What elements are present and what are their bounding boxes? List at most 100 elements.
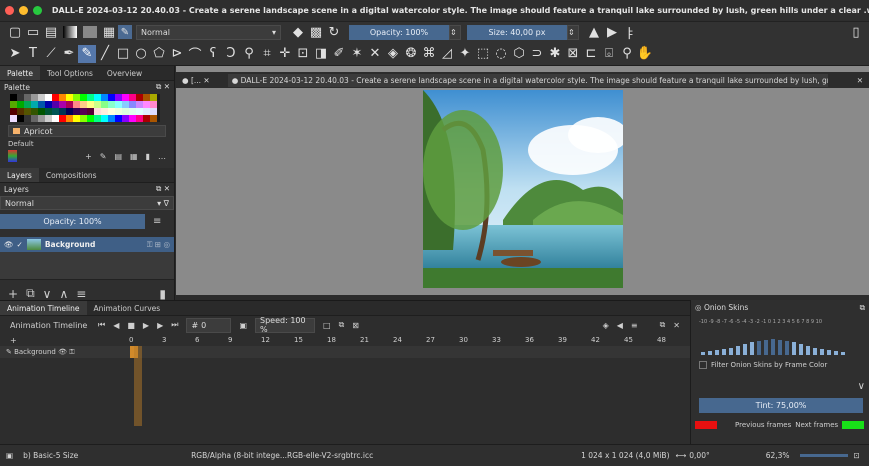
palette-swatch[interactable] bbox=[129, 115, 136, 122]
size-slider[interactable]: Size: 40,00 px bbox=[467, 24, 567, 40]
palette-swatch[interactable] bbox=[115, 101, 122, 108]
color-picker-icon[interactable]: ✐ bbox=[330, 45, 348, 63]
palette-swatch[interactable] bbox=[38, 108, 45, 115]
palette-swatch[interactable] bbox=[73, 94, 80, 101]
onion-opacity-bar[interactable] bbox=[771, 339, 775, 355]
grid-view-icon[interactable]: ▦ bbox=[130, 152, 138, 161]
onion-opacity-bars[interactable] bbox=[691, 329, 869, 355]
brush-preset-status-icon[interactable]: ▣ bbox=[6, 451, 13, 460]
color-name-select[interactable]: Apricot bbox=[8, 125, 166, 137]
palette-swatch[interactable] bbox=[150, 108, 157, 115]
swatch-save-icon[interactable]: ▤ bbox=[114, 152, 122, 161]
timeline-layer-row[interactable]: ✎ Background 👁 ⚿ bbox=[0, 346, 690, 358]
onion-opacity-bar[interactable] bbox=[701, 352, 705, 355]
palette-swatch[interactable] bbox=[129, 94, 136, 101]
palette-swatch[interactable] bbox=[38, 115, 45, 122]
add-layer-timeline-icon[interactable]: + bbox=[0, 336, 129, 345]
palette-swatch[interactable] bbox=[66, 101, 73, 108]
palette-swatch[interactable] bbox=[150, 101, 157, 108]
opacity-slider[interactable]: Opacity: 100% bbox=[349, 24, 449, 40]
palette-swatch[interactable] bbox=[17, 101, 24, 108]
palette-swatch[interactable] bbox=[129, 108, 136, 115]
onion-opacity-bar[interactable] bbox=[827, 350, 831, 355]
palette-swatch[interactable] bbox=[87, 94, 94, 101]
duplicate-layer-icon[interactable]: ⧉ bbox=[26, 286, 35, 301]
palette-swatch[interactable] bbox=[31, 115, 38, 122]
freehand-select-icon[interactable]: ⊃ bbox=[528, 45, 546, 63]
tab-animation-curves[interactable]: Animation Curves bbox=[87, 301, 168, 315]
tab-animation-timeline[interactable]: Animation Timeline bbox=[0, 301, 87, 315]
onion-opacity-bar[interactable] bbox=[729, 348, 733, 355]
onion-opacity-bar[interactable] bbox=[750, 342, 754, 355]
palette-swatch[interactable] bbox=[87, 115, 94, 122]
palette-swatch[interactable] bbox=[108, 101, 115, 108]
palette-swatch[interactable] bbox=[80, 108, 87, 115]
palette-swatch[interactable] bbox=[136, 94, 143, 101]
open-document-icon[interactable]: ▭ bbox=[24, 23, 42, 41]
edit-swatch-icon[interactable]: ✎ bbox=[100, 152, 107, 161]
frame-input[interactable]: # 0 bbox=[186, 317, 232, 333]
palette-swatch[interactable] bbox=[136, 115, 143, 122]
palette-swatch[interactable] bbox=[143, 101, 150, 108]
palette-swatch[interactable] bbox=[10, 101, 17, 108]
palette-swatch[interactable] bbox=[122, 108, 129, 115]
onion-opacity-bar[interactable] bbox=[736, 346, 740, 355]
similar-select-icon[interactable]: ⊠ bbox=[564, 45, 582, 63]
enclose-fill-icon[interactable]: ❂ bbox=[402, 45, 420, 63]
blend-mode-select[interactable]: Normal ▾ bbox=[136, 24, 281, 40]
palette-swatch[interactable] bbox=[17, 108, 24, 115]
close-doc-tab-icon[interactable]: ✕ bbox=[857, 76, 863, 85]
freehand-brush-icon[interactable]: ✎ bbox=[78, 44, 96, 63]
tab-palette[interactable]: Palette bbox=[0, 66, 40, 80]
fullscreen-icon[interactable]: ⊡ bbox=[854, 451, 860, 460]
minimize-window-button[interactable] bbox=[18, 6, 28, 15]
layer-check-icon[interactable]: ✓ bbox=[17, 240, 23, 249]
palette-swatch[interactable] bbox=[115, 115, 122, 122]
palette-swatch[interactable] bbox=[45, 101, 52, 108]
layer-row-background[interactable]: 👁 ✓ Background ⚿ ⊞ ◎ bbox=[0, 237, 174, 252]
bezier-tool-icon[interactable]: ⌒ bbox=[186, 45, 204, 63]
zoom-slider[interactable] bbox=[799, 454, 848, 457]
polyline-tool-icon[interactable]: ⊳ bbox=[168, 45, 186, 63]
contiguous-select-icon[interactable]: ✱ bbox=[546, 45, 564, 63]
ellipse-tool-icon[interactable]: ○ bbox=[132, 45, 150, 63]
onion-expand-icon[interactable]: ∨ bbox=[691, 381, 869, 392]
measure-tool-icon[interactable]: ◿ bbox=[438, 45, 456, 63]
new-document-icon[interactable]: ▢ bbox=[6, 23, 24, 41]
onion-opacity-bar[interactable] bbox=[820, 349, 824, 355]
palette-swatch[interactable] bbox=[52, 101, 59, 108]
prev-frame-icon[interactable]: ◀ bbox=[113, 321, 119, 330]
timeline-menu-icon[interactable]: ≡ bbox=[631, 321, 638, 330]
more-icon[interactable]: … bbox=[158, 152, 166, 161]
palette-swatch[interactable] bbox=[45, 94, 52, 101]
palette-swatch[interactable] bbox=[87, 101, 94, 108]
palette-swatch[interactable] bbox=[122, 101, 129, 108]
palette-swatch[interactable] bbox=[150, 115, 157, 122]
palette-swatch[interactable] bbox=[59, 101, 66, 108]
onion-opacity-bar[interactable] bbox=[743, 344, 747, 355]
onion-opacity-bar[interactable] bbox=[778, 340, 782, 355]
palette-swatch[interactable] bbox=[136, 101, 143, 108]
palette-swatch[interactable] bbox=[38, 101, 45, 108]
palette-swatch[interactable] bbox=[143, 115, 150, 122]
onion-opacity-bar[interactable] bbox=[708, 351, 712, 355]
palette-swatch[interactable] bbox=[66, 94, 73, 101]
onion-opacity-bar[interactable] bbox=[715, 350, 719, 355]
palette-swatch[interactable] bbox=[80, 101, 87, 108]
palette-swatch[interactable] bbox=[122, 115, 129, 122]
palette-swatch[interactable] bbox=[24, 94, 31, 101]
onion-opacity-bar[interactable] bbox=[764, 340, 768, 355]
onion-opacity-bar[interactable] bbox=[806, 346, 810, 355]
palette-swatch[interactable] bbox=[143, 108, 150, 115]
reload-icon[interactable]: ↻ bbox=[325, 23, 343, 41]
onion-opacity-bar[interactable] bbox=[785, 341, 789, 355]
rect-select-icon[interactable]: ⬚ bbox=[474, 45, 492, 63]
audio-icon[interactable]: ◀ bbox=[617, 321, 623, 330]
pin-icon[interactable]: ◈ bbox=[603, 321, 609, 330]
palette-swatch[interactable] bbox=[73, 101, 80, 108]
panel-toggle-icon[interactable]: ▯ bbox=[847, 23, 865, 41]
canvas-area[interactable] bbox=[176, 66, 869, 295]
blend-mode-icon[interactable]: ✎ bbox=[118, 25, 132, 39]
palette-swatch[interactable] bbox=[52, 115, 59, 122]
delete-swatch-icon[interactable]: ▮ bbox=[146, 152, 150, 161]
